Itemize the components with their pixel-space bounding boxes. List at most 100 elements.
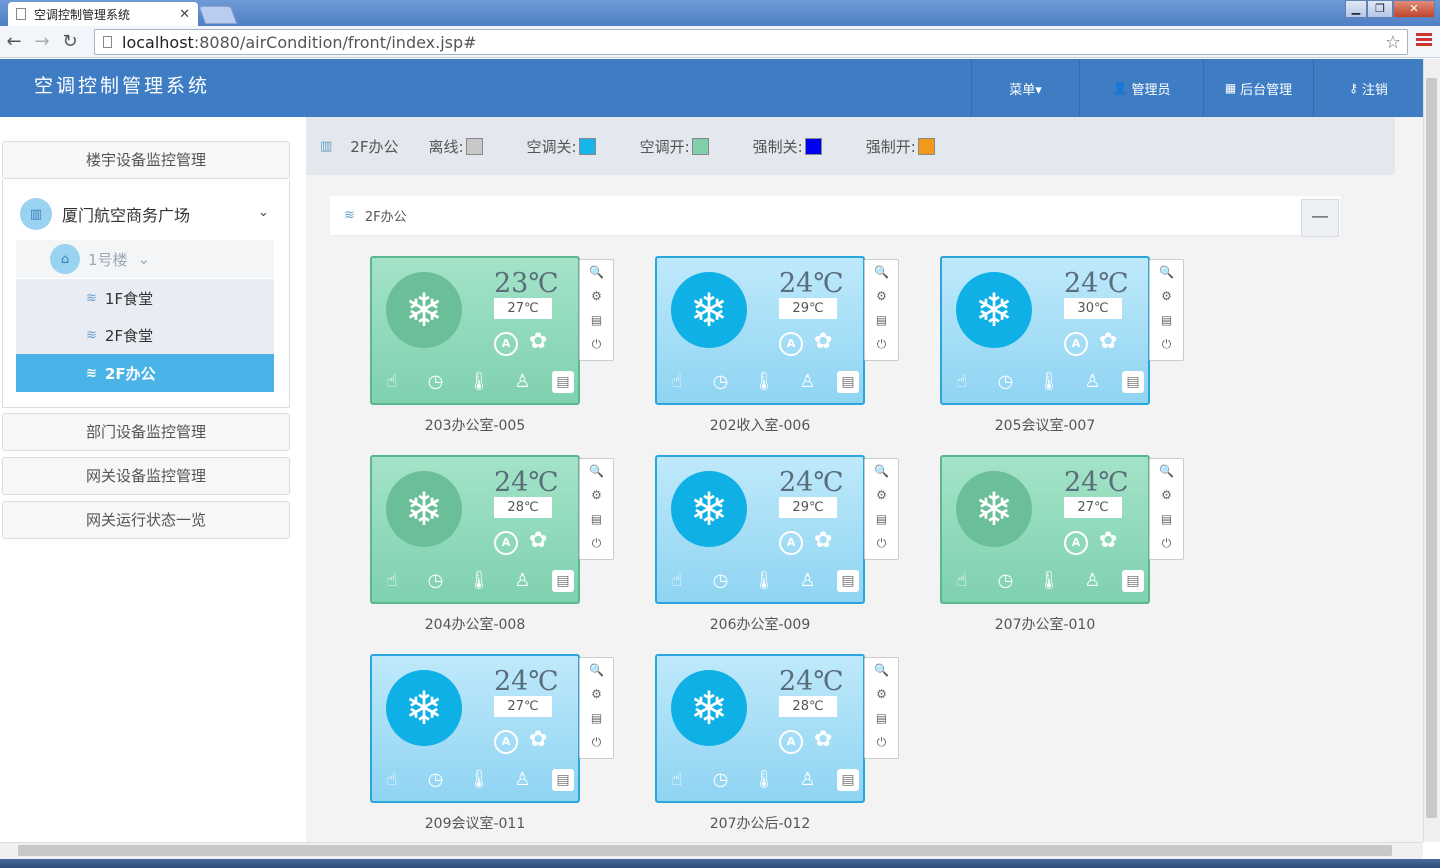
- ac-unit-card[interactable]: ❄ 24℃ 27℃ A ✿ ☝ ◷ 🌡 ♙ ▤: [940, 455, 1150, 604]
- user-icon[interactable]: ♙: [794, 567, 822, 595]
- clock-icon[interactable]: ◷: [707, 567, 735, 595]
- log-icon[interactable]: ▤: [1150, 507, 1183, 531]
- clock-icon[interactable]: ◷: [707, 766, 735, 794]
- gear-icon[interactable]: ⚙: [580, 483, 613, 507]
- touch-icon[interactable]: ☝: [378, 567, 406, 595]
- clock-icon[interactable]: ◷: [992, 567, 1020, 595]
- vent-icon[interactable]: ▤: [837, 570, 859, 592]
- touch-icon[interactable]: ☝: [663, 368, 691, 396]
- clock-icon[interactable]: ◷: [422, 567, 450, 595]
- tab-close-icon[interactable]: ✕: [179, 7, 190, 22]
- chevron-down-icon[interactable]: ⌄: [258, 205, 269, 220]
- forward-icon[interactable]: →: [28, 31, 56, 52]
- log-icon[interactable]: ▤: [865, 706, 898, 730]
- log-icon[interactable]: ▤: [580, 308, 613, 332]
- tree-floor-item[interactable]: ≋ 2F食堂: [16, 316, 274, 354]
- search-icon[interactable]: 🔍: [865, 658, 898, 682]
- tree-root[interactable]: ▥ 厦门航空商务广场: [20, 197, 190, 231]
- user-icon[interactable]: ♙: [509, 766, 537, 794]
- touch-icon[interactable]: ☝: [378, 368, 406, 396]
- minimize-button[interactable]: ▁: [1345, 0, 1367, 18]
- log-icon[interactable]: ▤: [1150, 308, 1183, 332]
- fan-icon[interactable]: ✿: [1099, 331, 1117, 353]
- power-icon[interactable]: ⏻: [580, 332, 613, 356]
- snowflake-icon[interactable]: ❄: [386, 272, 462, 348]
- gear-icon[interactable]: ⚙: [865, 483, 898, 507]
- collapse-button[interactable]: —: [1301, 199, 1339, 237]
- touch-icon[interactable]: ☝: [378, 766, 406, 794]
- vertical-scroll-thumb[interactable]: [1426, 78, 1437, 818]
- vent-icon[interactable]: ▤: [552, 371, 574, 393]
- thermometer-icon[interactable]: 🌡: [750, 368, 778, 396]
- thermometer-icon[interactable]: 🌡: [750, 766, 778, 794]
- gear-icon[interactable]: ⚙: [865, 682, 898, 706]
- ac-unit-card[interactable]: ❄ 24℃ 28℃ A ✿ ☝ ◷ 🌡 ♙ ▤: [370, 455, 580, 604]
- log-icon[interactable]: ▤: [580, 706, 613, 730]
- clock-icon[interactable]: ◷: [422, 368, 450, 396]
- maximize-button[interactable]: ❐: [1367, 0, 1393, 18]
- snowflake-icon[interactable]: ❄: [956, 471, 1032, 547]
- gear-icon[interactable]: ⚙: [865, 284, 898, 308]
- vent-icon[interactable]: ▤: [552, 570, 574, 592]
- browser-menu-icon[interactable]: [1416, 33, 1432, 49]
- new-tab-button[interactable]: [198, 6, 238, 24]
- fan-icon[interactable]: ✿: [1099, 530, 1117, 552]
- snowflake-icon[interactable]: ❄: [386, 471, 462, 547]
- power-icon[interactable]: ⏻: [1150, 531, 1183, 555]
- fan-icon[interactable]: ✿: [814, 331, 832, 353]
- search-icon[interactable]: 🔍: [580, 459, 613, 483]
- auto-mode-icon[interactable]: A: [494, 730, 518, 754]
- close-window-button[interactable]: ✕: [1393, 0, 1435, 18]
- user-icon[interactable]: ♙: [1079, 567, 1107, 595]
- search-icon[interactable]: 🔍: [1150, 459, 1183, 483]
- auto-mode-icon[interactable]: A: [1064, 332, 1088, 356]
- thermometer-icon[interactable]: 🌡: [750, 567, 778, 595]
- log-icon[interactable]: ▤: [865, 308, 898, 332]
- touch-icon[interactable]: ☝: [663, 567, 691, 595]
- gear-icon[interactable]: ⚙: [1150, 284, 1183, 308]
- search-icon[interactable]: 🔍: [580, 260, 613, 284]
- auto-mode-icon[interactable]: A: [779, 332, 803, 356]
- snowflake-icon[interactable]: ❄: [671, 272, 747, 348]
- vent-icon[interactable]: ▤: [1122, 570, 1144, 592]
- thermometer-icon[interactable]: 🌡: [465, 766, 493, 794]
- auto-mode-icon[interactable]: A: [1064, 531, 1088, 555]
- nav-admin[interactable]: 👤 管理员: [1079, 59, 1203, 117]
- snowflake-icon[interactable]: ❄: [671, 670, 747, 746]
- auto-mode-icon[interactable]: A: [779, 730, 803, 754]
- user-icon[interactable]: ♙: [794, 766, 822, 794]
- power-icon[interactable]: ⏻: [865, 730, 898, 754]
- tree-floor-item[interactable]: ≋ 1F食堂: [16, 279, 274, 317]
- search-icon[interactable]: 🔍: [865, 260, 898, 284]
- ac-unit-card[interactable]: ❄ 24℃ 29℃ A ✿ ☝ ◷ 🌡 ♙ ▤: [655, 455, 865, 604]
- fan-icon[interactable]: ✿: [814, 729, 832, 751]
- sidebar-section-gateway-status[interactable]: 网关运行状态一览: [2, 501, 290, 539]
- back-icon[interactable]: ←: [0, 31, 28, 52]
- user-icon[interactable]: ♙: [1079, 368, 1107, 396]
- touch-icon[interactable]: ☝: [663, 766, 691, 794]
- power-icon[interactable]: ⏻: [1150, 332, 1183, 356]
- thermometer-icon[interactable]: 🌡: [1035, 567, 1063, 595]
- thermometer-icon[interactable]: 🌡: [1035, 368, 1063, 396]
- search-icon[interactable]: 🔍: [865, 459, 898, 483]
- user-icon[interactable]: ♙: [794, 368, 822, 396]
- nav-logout[interactable]: ⚷ 注销: [1313, 59, 1423, 117]
- ac-unit-card[interactable]: ❄ 24℃ 28℃ A ✿ ☝ ◷ 🌡 ♙ ▤: [655, 654, 865, 803]
- vent-icon[interactable]: ▤: [1122, 371, 1144, 393]
- touch-icon[interactable]: ☝: [948, 368, 976, 396]
- tree-building[interactable]: ⌂ 1号楼 ⌄: [16, 240, 274, 278]
- vent-icon[interactable]: ▤: [552, 769, 574, 791]
- fan-icon[interactable]: ✿: [529, 729, 547, 751]
- reload-icon[interactable]: ↻: [56, 31, 84, 52]
- power-icon[interactable]: ⏻: [580, 531, 613, 555]
- browser-tab[interactable]: 空调控制管理系统 ✕: [8, 2, 198, 26]
- gear-icon[interactable]: ⚙: [580, 284, 613, 308]
- power-icon[interactable]: ⏻: [865, 332, 898, 356]
- tree-floor-item-active[interactable]: ≋ 2F办公: [16, 354, 274, 392]
- gear-icon[interactable]: ⚙: [580, 682, 613, 706]
- log-icon[interactable]: ▤: [865, 507, 898, 531]
- ac-unit-card[interactable]: ❄ 23℃ 27℃ A ✿ ☝ ◷ 🌡 ♙ ▤: [370, 256, 580, 405]
- gear-icon[interactable]: ⚙: [1150, 483, 1183, 507]
- user-icon[interactable]: ♙: [509, 368, 537, 396]
- horizontal-scroll-thumb[interactable]: [18, 845, 1392, 856]
